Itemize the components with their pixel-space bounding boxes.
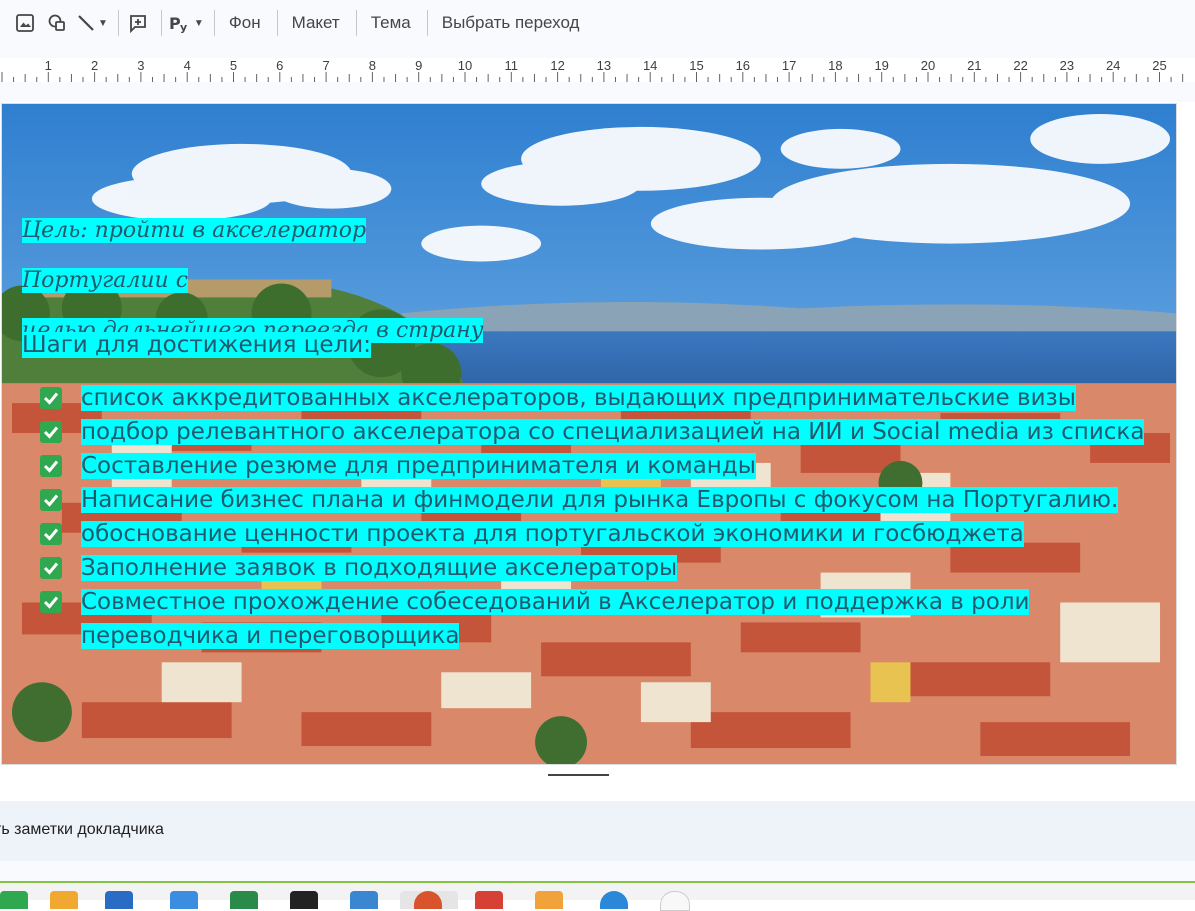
svg-text:у: у (180, 21, 187, 33)
taskbar-app-icon[interactable] (600, 891, 628, 909)
ruler-scale: 1 2 3 4 5 6 7 8 9 10 11 12 13 14 15 16 17 18 19 20 21 22 23 24 2… (1, 58, 1184, 82)
checkmark-icon (40, 489, 62, 511)
shapes-icon (48, 14, 65, 31)
notes-bottom-strip (0, 861, 1195, 881)
list-item: Составление резюме для предпринимателя и… (40, 449, 1155, 483)
toolbar-divider (276, 10, 278, 36)
ruler-number: 19 (874, 58, 888, 73)
add-comment-icon (130, 15, 146, 33)
chevron-down-icon: ▼ (193, 17, 204, 29)
taskbar-app-icon[interactable] (475, 891, 503, 909)
background-button[interactable]: Фон (221, 13, 269, 33)
checkmark-icon (40, 455, 62, 477)
ruler-number: 17 (782, 58, 796, 73)
list-item: подбор релевантного акселератора со спец… (40, 415, 1155, 449)
layout-button[interactable]: Макет (284, 13, 348, 33)
checkmark-icon (40, 387, 62, 409)
ruler-number: 16 (736, 58, 750, 73)
step-text: Составление резюме для предпринимателя и… (81, 453, 756, 479)
step-text: Заполнение заявок в подходящие акселерат… (81, 555, 678, 581)
checkmark-icon (40, 421, 62, 443)
steps-heading-text: Шаги для достижения цели: (22, 332, 371, 358)
ruler-number: 21 (967, 58, 981, 73)
toolbar-divider (213, 10, 215, 36)
ruler-number: 18 (828, 58, 842, 73)
step-text: Написание бизнес плана и финмодели для р… (81, 487, 1119, 513)
slides-toolbar: ▼ Ру ▼ Фон Макет Тема Выбрать переход (0, 0, 1195, 46)
ruler-number: 2 (91, 58, 98, 73)
os-taskbar (0, 881, 1195, 911)
taskbar-app-icon[interactable] (230, 891, 258, 909)
step-text: Совместное прохождение собеседований в А… (81, 589, 1030, 649)
step-text: список аккредитованных акселераторов, вы… (81, 385, 1076, 411)
insert-image-button[interactable] (12, 7, 38, 39)
input-tools-icon: Ру (169, 14, 187, 33)
steps-list[interactable]: список аккредитованных акселераторов, вы… (40, 381, 1155, 653)
horizontal-ruler[interactable]: 1 2 3 4 5 6 7 8 9 10 11 12 13 14 15 16 17 18 19 20 21 22 23 24 2… (0, 58, 1195, 82)
ruler-number: 12 (550, 58, 564, 73)
input-tools-button[interactable]: Ру ▼ (168, 7, 204, 39)
line-button[interactable]: ▼ (76, 7, 108, 39)
ruler-number: 13 (597, 58, 611, 73)
ruler-number: 4 (184, 58, 191, 73)
checkmark-icon (40, 523, 62, 545)
theme-button[interactable]: Тема (363, 13, 419, 33)
taskbar-app-icon[interactable] (350, 891, 378, 909)
taskbar-app-icon[interactable] (535, 891, 563, 909)
checkmark-icon (40, 591, 62, 613)
ruler-number: 6 (276, 58, 283, 73)
toolbar-divider (160, 10, 162, 36)
step-text: подбор релевантного акселератора со спец… (81, 419, 1145, 445)
ruler-number: 3 (137, 58, 144, 73)
ruler-number: 11 (505, 58, 519, 73)
shape-button[interactable] (44, 7, 70, 39)
ruler-number: 10 (458, 58, 472, 73)
list-item: обоснование ценности проекта для португа… (40, 517, 1155, 551)
speaker-notes-placeholder[interactable]: ть заметки докладчика (0, 821, 164, 839)
taskbar-app-icon[interactable] (660, 891, 690, 911)
list-item: список аккредитованных акселераторов, вы… (40, 381, 1155, 415)
taskbar-app-icon[interactable] (290, 891, 318, 909)
steps-heading[interactable]: Шаги для достижения цели: (22, 327, 371, 363)
ruler-number: 24 (1106, 58, 1120, 73)
toolbar-divider (355, 10, 357, 36)
taskbar-app-icon[interactable] (50, 891, 78, 909)
taskbar-app-icon[interactable] (170, 891, 198, 909)
ruler-number: 20 (921, 58, 935, 73)
ruler-number: 15 (689, 58, 703, 73)
chevron-down-icon: ▼ (98, 17, 108, 29)
goal-line-1: Цель: пройти в акселератор Португалии с (22, 218, 367, 293)
taskbar-app-icon[interactable] (0, 891, 28, 909)
ruler-number: 22 (1013, 58, 1027, 73)
line-icon (78, 15, 94, 31)
add-comment-button[interactable] (125, 7, 151, 39)
list-item: Написание бизнес плана и финмодели для р… (40, 483, 1155, 517)
transition-button[interactable]: Выбрать переход (434, 13, 588, 33)
taskbar-app-icon[interactable] (105, 891, 133, 909)
toolbar-divider (117, 10, 119, 36)
ruler-number: 5 (230, 58, 237, 73)
toolbar-divider (426, 10, 428, 36)
ruler-number: 7 (322, 58, 329, 73)
step-text: обоснование ценности проекта для португа… (81, 521, 1024, 547)
checkmark-icon (40, 557, 62, 579)
ruler-number: 8 (369, 58, 376, 73)
image-icon (16, 14, 34, 32)
list-item: Совместное прохождение собеседований в А… (40, 585, 1155, 653)
speaker-notes-panel[interactable]: ть заметки докладчика (0, 801, 1195, 861)
ruler-number: 9 (415, 58, 422, 73)
ruler-number: 25 (1152, 58, 1166, 73)
ruler-number: 14 (643, 58, 657, 73)
ruler-number: 1 (45, 58, 52, 73)
ruler-number: 23 (1060, 58, 1074, 73)
list-item: Заполнение заявок в подходящие акселерат… (40, 551, 1155, 585)
notes-resize-handle[interactable] (548, 774, 609, 776)
slide-canvas[interactable]: Цель: пройти в акселератор Португалии с … (1, 103, 1177, 765)
ruler-area: 1 2 3 4 5 6 7 8 9 10 11 12 13 14 15 16 17 18 19 20 21 22 23 24 2… (0, 46, 1195, 102)
